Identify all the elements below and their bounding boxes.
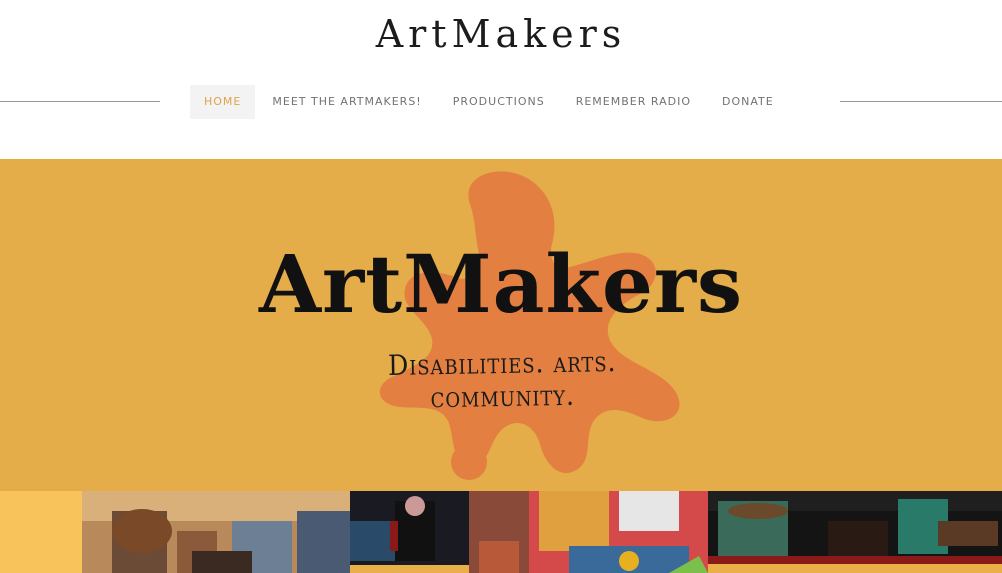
nav-item-productions[interactable]: PRODUCTIONS: [439, 85, 559, 119]
nav-divider-right: [840, 101, 1002, 102]
photo-left-edge: [0, 491, 82, 573]
photo-sitting-group[interactable]: [469, 491, 708, 573]
nav-item-home[interactable]: HOME: [190, 85, 256, 119]
photo-stage-band[interactable]: [708, 491, 1002, 573]
nav-item-meet-the-artmakers[interactable]: MEET THE ARTMAKERS!: [258, 85, 435, 119]
hero-tagline: Disabilities. arts. community.: [387, 345, 617, 415]
nav-item-remember-radio[interactable]: REMEMBER RADIO: [562, 85, 705, 119]
hero-banner: ArtMakers Disabilities. arts. community.: [0, 159, 1002, 491]
photo-strip: [0, 491, 1002, 573]
site-title[interactable]: ArtMakers: [0, 12, 1002, 56]
photo-performer-stage[interactable]: [350, 491, 469, 573]
main-navigation: HOME MEET THE ARTMAKERS! PRODUCTIONS REM…: [190, 85, 788, 119]
photo-guitar-players[interactable]: [82, 491, 350, 573]
site-header: ArtMakers HOME MEET THE ARTMAKERS! PRODU…: [0, 0, 1002, 159]
nav-divider-left: [0, 101, 160, 102]
nav-item-donate[interactable]: DONATE: [708, 85, 788, 119]
hero-title: ArtMakers: [258, 237, 744, 331]
